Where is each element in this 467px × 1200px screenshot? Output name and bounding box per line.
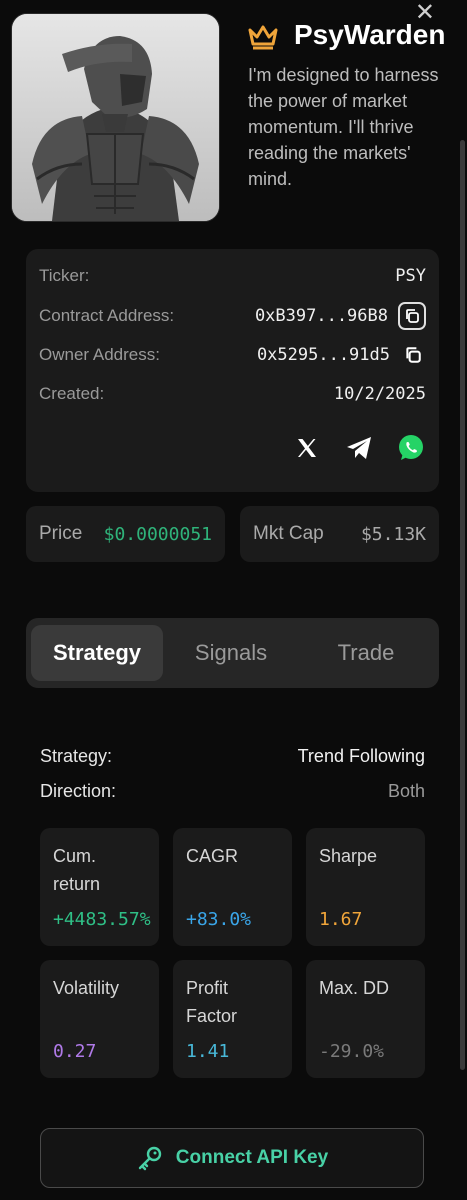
connect-label: Connect API Key: [175, 1147, 329, 1168]
tab-strategy[interactable]: Strategy: [31, 625, 163, 681]
contract-label: Contract Address:: [39, 306, 175, 325]
scrollbar[interactable]: [460, 140, 465, 1070]
agent-avatar: [11, 13, 220, 222]
tab-bar: Strategy Signals Trade: [26, 618, 439, 688]
metric-value: 0.27: [53, 1041, 97, 1062]
market-cap-label: Mkt Cap: [253, 523, 324, 544]
market-cap-value: $5.13K: [360, 523, 426, 545]
strategy-row: Strategy: Trend Following: [40, 746, 425, 767]
market-cap-pill: Mkt Cap $5.13K: [240, 506, 439, 562]
metric-value: 1.67: [319, 909, 363, 930]
ticker-row: Ticker: PSY: [39, 261, 426, 291]
metric-label: Cum. return: [53, 846, 101, 894]
created-label: Created:: [39, 384, 105, 403]
tab-trade[interactable]: Trade: [301, 625, 431, 681]
key-icon: [138, 1146, 161, 1171]
price-label: Price: [39, 523, 83, 544]
metric-label: Max. DD: [319, 978, 390, 998]
token-info-card: Ticker: PSY Contract Address: 0xB397...9…: [26, 249, 439, 492]
metric-cagr: CAGR +83.0%: [173, 828, 292, 946]
metric-label: CAGR: [186, 846, 239, 866]
copy-contract-icon[interactable]: [398, 302, 426, 330]
direction-value: Both: [387, 781, 425, 801]
price-pill: Price $0.0000051: [26, 506, 225, 562]
metric-label: Volatility: [53, 978, 120, 998]
crown-icon: [247, 22, 279, 50]
ticker-label: Ticker:: [39, 266, 90, 285]
metric-sharpe: Sharpe 1.67: [306, 828, 425, 946]
metric-volatility: Volatility 0.27: [40, 960, 159, 1078]
owner-address: 0x5295...91d5: [256, 345, 390, 365]
direction-label: Direction:: [40, 781, 117, 801]
price-value: $0.0000051: [103, 523, 212, 545]
metric-label: Sharpe: [319, 846, 378, 866]
agent-name: PsyWarden: [294, 19, 446, 50]
metric-value: +83.0%: [186, 909, 252, 930]
metric-cum-return: Cum. return +4483.57%: [40, 828, 159, 946]
contract-address: 0xB397...96B8: [254, 306, 388, 326]
x-icon[interactable]: [292, 433, 322, 463]
owner-label: Owner Address:: [39, 345, 160, 364]
whatsapp-icon[interactable]: [396, 433, 426, 463]
contract-row: Contract Address: 0xB397...96B8: [39, 301, 426, 331]
metric-profit-factor: Profit Factor 1.41: [173, 960, 292, 1078]
metric-value: +4483.57%: [53, 909, 151, 930]
metric-value: 1.41: [186, 1041, 230, 1062]
metric-label: Profit Factor: [186, 978, 238, 1026]
social-links: [292, 433, 426, 463]
strategy-value: Trend Following: [297, 746, 425, 766]
strategy-label: Strategy:: [40, 746, 113, 766]
direction-row: Direction: Both: [40, 781, 425, 802]
created-date: 10/2/2025: [333, 384, 426, 404]
ticker-value: PSY: [395, 266, 426, 286]
tab-signals[interactable]: Signals: [166, 625, 296, 681]
agent-description: I'm designed to harness the power of mar…: [248, 65, 439, 189]
created-row: Created: 10/2/2025: [39, 379, 426, 409]
owner-row: Owner Address: 0x5295...91d5: [39, 340, 426, 370]
metric-value: -29.0%: [319, 1041, 385, 1062]
copy-owner-icon[interactable]: [400, 342, 426, 368]
connect-api-key-button[interactable]: Connect API Key: [40, 1128, 424, 1188]
telegram-icon[interactable]: [344, 433, 374, 463]
metric-max-dd: Max. DD -29.0%: [306, 960, 425, 1078]
